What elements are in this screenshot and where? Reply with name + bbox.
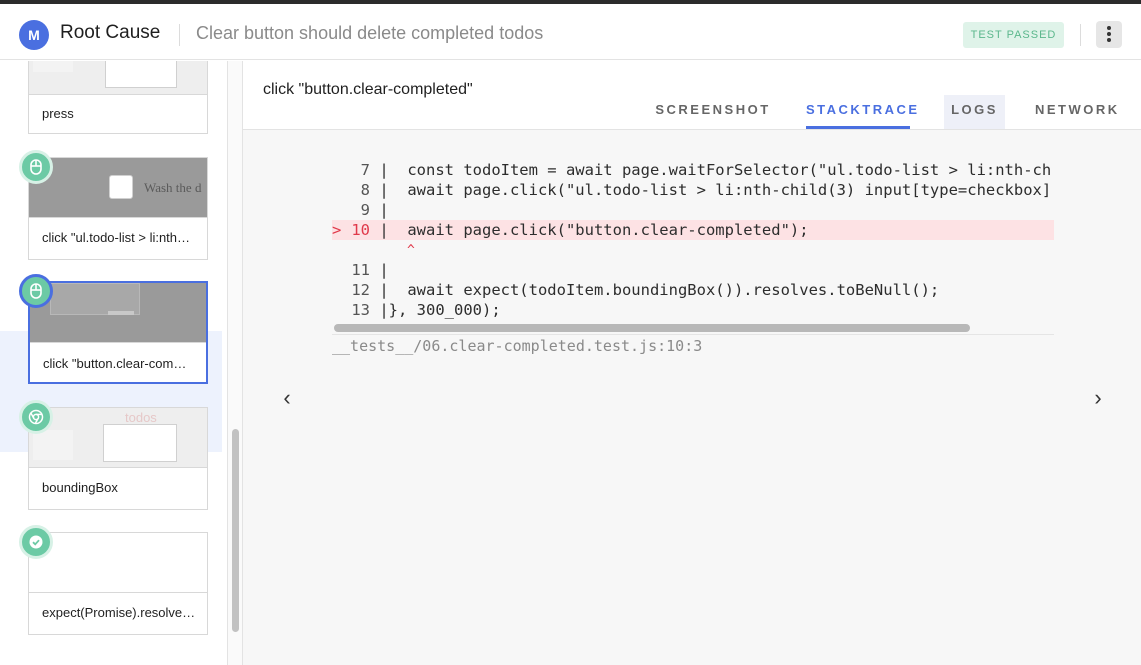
app-title: Root Cause [60,22,161,43]
line-number: 7 [351,161,370,179]
header-divider [1080,24,1081,46]
code-text: | await expect(todoItem.boundingBox()).r… [370,281,940,299]
step-card[interactable]: Wash the d click "ul.todo-list > li:nth… [28,157,208,260]
step-thumbnail [29,533,207,593]
code-text: | [370,261,389,279]
thumbnail-text: Wash the d [144,180,202,195]
check-icon [19,525,53,559]
line-number: 11 [351,261,370,279]
top-header: M Root Cause Clear button should delete … [0,8,1141,60]
error-line: >10 | await page.click("button.clear-com… [332,220,1054,240]
mouse-icon [19,274,53,308]
sidebar-scroll-thumb[interactable] [232,429,239,632]
line-number: 9 [351,201,370,219]
prev-arrow-icon[interactable]: ‹ [275,387,299,411]
line-number: 13 [351,301,370,319]
step-label: press [42,106,74,121]
tab-stacktrace[interactable]: STACKTRACE [806,95,917,129]
status-badge: TEST PASSED [963,22,1064,48]
step-card[interactable]: todos boundingBox [28,407,208,510]
line-number: 8 [351,181,370,199]
detail-header: click "button.clear-completed" SCREENSHO… [243,61,1141,130]
step-title: click "button.clear-completed" [263,81,473,98]
header-divider [179,24,180,46]
step-detail-panel: click "button.clear-completed" SCREENSHO… [243,61,1141,665]
page-title: Clear button should delete completed tod… [196,23,544,43]
line-number: 10 [351,221,370,239]
kebab-icon [1107,38,1111,42]
step-card[interactable]: expect(Promise).resolve… [28,532,208,635]
error-caret: ^ [407,243,415,258]
code-text: | [370,201,389,219]
tab-screenshot[interactable]: SCREENSHOT [651,95,775,129]
app-logo: M [19,20,49,50]
step-thumbnail [29,61,207,95]
step-card-selected[interactable]: click "button.clear-com… [28,281,208,384]
tab-logs[interactable]: LOGS [944,95,1005,129]
code-text: | await page.click("button.clear-complet… [370,221,809,239]
code-text: |}, 300_000); [370,301,501,319]
step-card[interactable]: press [28,61,208,134]
code-text: | await page.click("ul.todo-list > li:nt… [370,181,1052,199]
stacktrace-code: 7 | const todoItem = await page.waitForS… [332,158,1054,326]
step-label: expect(Promise).resolve… [42,605,196,620]
code-scroll-thumb[interactable] [334,324,970,332]
code-text: | const todoItem = await page.waitForSel… [370,161,1052,179]
step-thumbnail: Wash the d [29,158,207,218]
mouse-icon [19,150,53,184]
more-menu-button[interactable] [1096,21,1122,48]
line-number: 12 [351,281,370,299]
code-horizontal-scrollbar[interactable] [332,323,1054,335]
chrome-icon [19,400,53,434]
step-label: click "button.clear-com… [43,356,187,371]
kebab-icon [1107,32,1111,36]
thumbnail-text: todos [125,410,157,425]
tab-network[interactable]: NETWORK [1035,95,1119,129]
step-thumbnail [30,283,206,343]
stacktrace-location: __tests__/06.clear-completed.test.js:10:… [332,337,703,355]
step-thumbnail: todos [29,408,207,468]
step-label: boundingBox [42,480,118,495]
app-window: M Root Cause Clear button should delete … [0,0,1141,665]
step-label: click "ul.todo-list > li:nth… [42,230,191,245]
next-arrow-icon[interactable]: › [1086,387,1110,411]
steps-sidebar: press Wash the d click "ul.todo-list > l… [0,61,228,665]
kebab-icon [1107,26,1111,30]
